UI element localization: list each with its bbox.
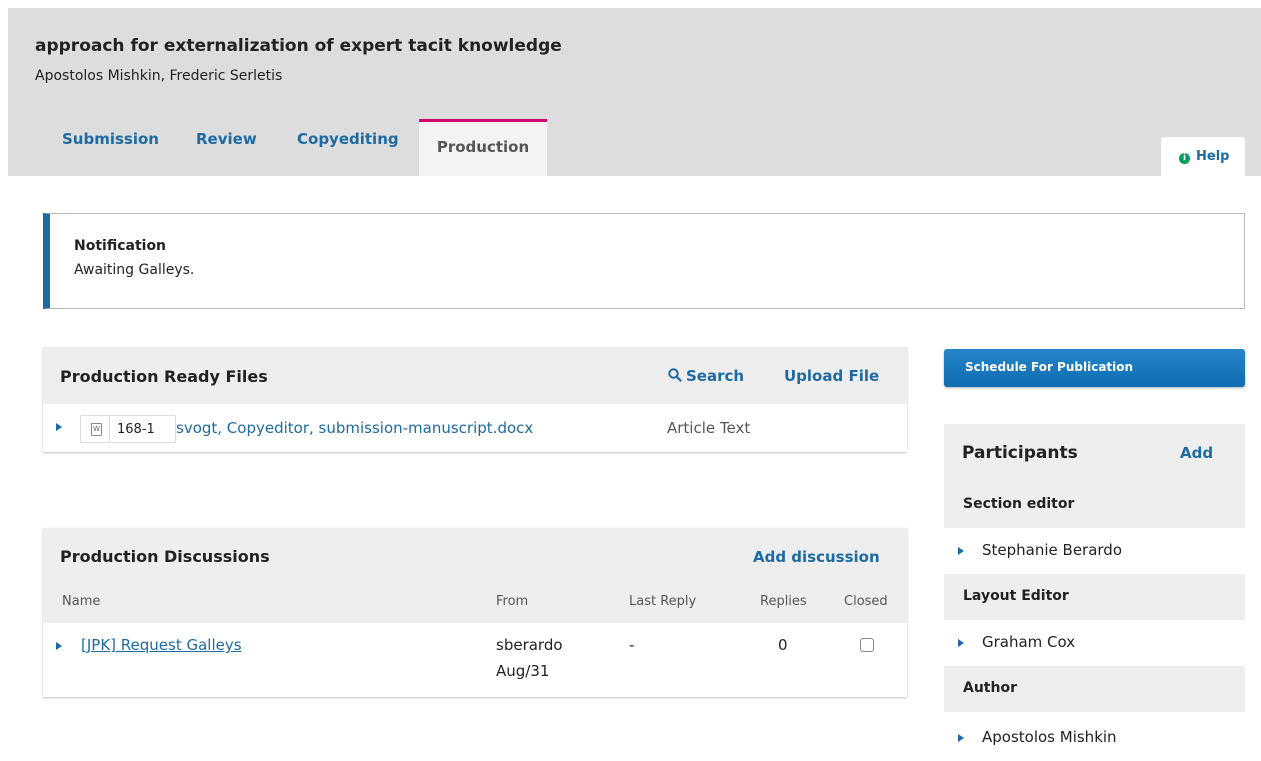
file-name-link[interactable]: svogt, Copyeditor, submission-manuscript… — [176, 419, 533, 437]
notification-title: Notification — [74, 238, 167, 254]
notification-text: Awaiting Galleys. — [74, 262, 195, 278]
participant-item[interactable]: Graham Cox — [944, 620, 1245, 666]
add-participant-button[interactable]: Add — [1180, 444, 1213, 462]
discussion-last-reply: - — [629, 636, 635, 654]
submission-authors: Apostolos Mishkin, Frederic Serletis — [35, 68, 283, 84]
production-discussions-panel: Production Discussions Add discussion Na… — [43, 528, 907, 697]
participant-name: Stephanie Berardo — [982, 541, 1123, 559]
role-layout-editor: Layout Editor — [944, 574, 1245, 620]
discussion-from-date: Aug/31 — [496, 662, 550, 680]
notification-box: Notification Awaiting Galleys. — [43, 213, 1245, 309]
participants-panel: Participants Add Section editor Stephani… — [944, 424, 1245, 761]
discussion-link[interactable]: [JPK] Request Galleys — [81, 636, 242, 654]
participant-item[interactable]: Apostolos Mishkin — [944, 715, 1245, 761]
column-name: Name — [62, 594, 101, 609]
tab-copyediting[interactable]: Copyediting — [297, 130, 399, 148]
production-files-panel: Production Ready Files Search Upload Fil… — [43, 347, 907, 452]
column-from: From — [496, 594, 529, 609]
participants-title: Participants — [962, 443, 1078, 463]
file-id-separator — [109, 416, 110, 442]
file-id: 168-1 — [117, 422, 155, 437]
search-label: Search — [686, 367, 745, 385]
tab-review[interactable]: Review — [196, 130, 257, 148]
file-type: Article Text — [667, 419, 751, 437]
submission-header — [8, 8, 1261, 176]
discussion-replies: 0 — [778, 636, 788, 654]
help-button[interactable]: i Help — [1161, 137, 1245, 176]
column-closed: Closed — [844, 594, 888, 609]
search-button[interactable]: Search — [668, 367, 744, 385]
search-icon — [668, 368, 682, 382]
production-files-title: Production Ready Files — [60, 367, 268, 386]
triangle-right-icon — [958, 639, 964, 647]
submission-title: approach for externalization of expert t… — [35, 36, 562, 56]
triangle-right-icon — [958, 547, 964, 555]
tab-submission[interactable]: Submission — [62, 130, 159, 148]
discussion-from-user: sberardo — [496, 636, 563, 654]
production-discussions-title: Production Discussions — [60, 547, 270, 566]
help-label: Help — [1196, 149, 1230, 164]
expand-discussion-icon[interactable] — [56, 642, 62, 650]
role-label: Author — [963, 680, 1017, 696]
info-circle-icon: i — [1179, 153, 1190, 164]
column-replies: Replies — [760, 594, 807, 609]
role-section-editor: Section editor — [944, 482, 1245, 528]
role-label: Section editor — [963, 496, 1075, 512]
file-row: W 168-1 svogt, Copyeditor, submission-ma… — [43, 405, 907, 452]
participants-header: Participants Add — [944, 424, 1245, 482]
participant-item[interactable]: Stephanie Berardo — [944, 528, 1245, 574]
tab-production[interactable]: Production — [419, 119, 547, 176]
column-last-reply: Last Reply — [629, 594, 697, 609]
triangle-right-icon — [958, 734, 964, 742]
discussion-closed-checkbox[interactable] — [860, 638, 874, 652]
participant-name: Graham Cox — [982, 633, 1076, 651]
word-document-icon: W — [91, 423, 102, 436]
role-label: Layout Editor — [963, 588, 1069, 604]
role-author: Author — [944, 666, 1245, 712]
schedule-for-publication-button[interactable]: Schedule For Publication — [944, 349, 1245, 387]
expand-row-icon[interactable] — [56, 423, 62, 431]
upload-file-button[interactable]: Upload File — [784, 367, 879, 385]
add-discussion-button[interactable]: Add discussion — [753, 548, 880, 566]
production-discussions-header: Production Discussions Add discussion Na… — [43, 528, 907, 623]
file-id-box: W 168-1 — [80, 415, 176, 443]
participant-name: Apostolos Mishkin — [982, 728, 1117, 746]
production-files-header: Production Ready Files Search Upload Fil… — [43, 347, 907, 404]
